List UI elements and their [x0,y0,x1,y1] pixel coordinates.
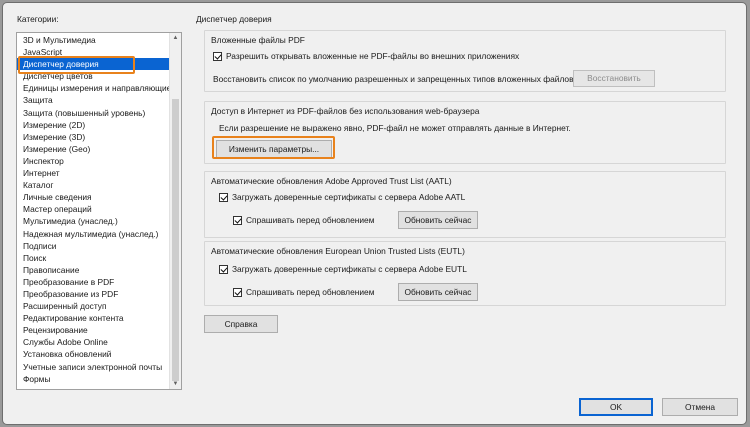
aatl-ask-label: Спрашивать перед обновлением [246,215,375,225]
category-item[interactable]: Каталог [17,179,169,191]
category-item[interactable]: Установка обновлений [17,348,169,360]
eutl-ask-checkbox[interactable] [233,287,242,297]
category-item[interactable]: Личные сведения [17,191,169,203]
category-item[interactable]: Защита [17,94,169,106]
restore-button[interactable]: Восстановить [573,70,655,87]
internet-access-group-title: Доступ в Интернет из PDF-файлов без испо… [211,106,480,116]
scroll-up-icon[interactable]: ▲ [170,33,181,43]
eutl-ask-label: Спрашивать перед обновлением [246,287,375,297]
category-item[interactable]: Редактирование контента [17,312,169,324]
eutl-update-button[interactable]: Обновить сейчас [398,283,478,301]
categories-label: Категории: [17,14,59,24]
allow-attachments-row[interactable]: Разрешить открывать вложенные не PDF-фай… [213,51,519,61]
eutl-load-row[interactable]: Загружать доверенные сертификаты с серве… [219,264,467,274]
aatl-group: Автоматические обновления Adobe Approved… [204,171,726,238]
aatl-load-row[interactable]: Загружать доверенные сертификаты с серве… [219,192,465,202]
category-item[interactable]: Измерение (2D) [17,119,169,131]
eutl-ask-row[interactable]: Спрашивать перед обновлением [233,287,374,297]
category-item[interactable]: Формы [17,373,169,385]
category-item[interactable]: Учетные записи электронной почты [17,361,169,373]
change-settings-highlight [212,136,335,159]
eutl-load-checkbox[interactable] [219,264,228,274]
category-item[interactable]: Рецензирование [17,324,169,336]
aatl-ask-row[interactable]: Спрашивать перед обновлением [233,215,374,225]
category-item[interactable]: Расширенный доступ [17,300,169,312]
preferences-dialog: Категории: 3D и Мультимедиа JavaScript Дис… [2,2,747,425]
category-item[interactable]: Правописание [17,264,169,276]
attachments-group: Вложенные файлы PDF Разрешить открывать … [204,30,726,92]
aatl-ask-checkbox[interactable] [233,215,242,225]
allow-attachments-checkbox[interactable] [213,51,222,61]
panel-title: Диспетчер доверия [196,14,272,24]
category-item[interactable]: Единицы измерения и направляющие [17,82,169,94]
attachments-group-title: Вложенные файлы PDF [211,35,305,45]
categories-list[interactable]: 3D и Мультимедиа JavaScript Диспетчер дове… [16,32,182,390]
category-item[interactable]: Службы Adobe Online [17,336,169,348]
category-item[interactable]: Надежная мультимедиа (унаслед.) [17,228,169,240]
category-item[interactable]: Мультимедиа (унаслед.) [17,215,169,227]
internet-description: Если разрешение не выражено явно, PDF-фа… [219,123,571,133]
category-item[interactable]: Инспектор [17,155,169,167]
aatl-load-label: Загружать доверенные сертификаты с серве… [232,192,466,202]
eutl-group: Автоматические обновления European Union… [204,241,726,306]
help-button[interactable]: Справка [204,315,278,333]
eutl-group-title: Автоматические обновления European Union… [211,246,465,256]
category-item[interactable]: Мастер операций [17,203,169,215]
category-item[interactable]: Подписи [17,240,169,252]
aatl-load-checkbox[interactable] [219,192,228,202]
aatl-update-button[interactable]: Обновить сейчас [398,211,478,229]
category-item[interactable]: Поиск [17,252,169,264]
categories-scrollbar[interactable]: ▲ ▼ [169,33,181,389]
restore-text: Восстановить список по умолчанию разреше… [213,74,576,84]
category-item[interactable]: Преобразование в PDF [17,276,169,288]
aatl-group-title: Автоматические обновления Adobe Approved… [211,176,452,186]
scroll-down-icon[interactable]: ▼ [170,379,181,389]
category-item[interactable]: Измерение (3D) [17,131,169,143]
category-item[interactable]: Защита (повышенный уровень) [17,107,169,119]
category-item[interactable]: Преобразование из PDF [17,288,169,300]
scrollbar-thumb[interactable] [172,99,179,381]
ok-button[interactable]: OK [579,398,653,416]
category-item[interactable]: 3D и Мультимедиа [17,34,169,46]
category-item[interactable]: Интернет [17,167,169,179]
allow-attachments-label: Разрешить открывать вложенные не PDF-фай… [226,51,520,61]
cancel-button[interactable]: Отмена [662,398,738,416]
selected-category-highlight [18,56,135,74]
categories-list-items: 3D и Мультимедиа JavaScript Диспетчер дове… [17,33,169,385]
eutl-load-label: Загружать доверенные сертификаты с серве… [232,264,467,274]
category-item[interactable]: Измерение (Geo) [17,143,169,155]
